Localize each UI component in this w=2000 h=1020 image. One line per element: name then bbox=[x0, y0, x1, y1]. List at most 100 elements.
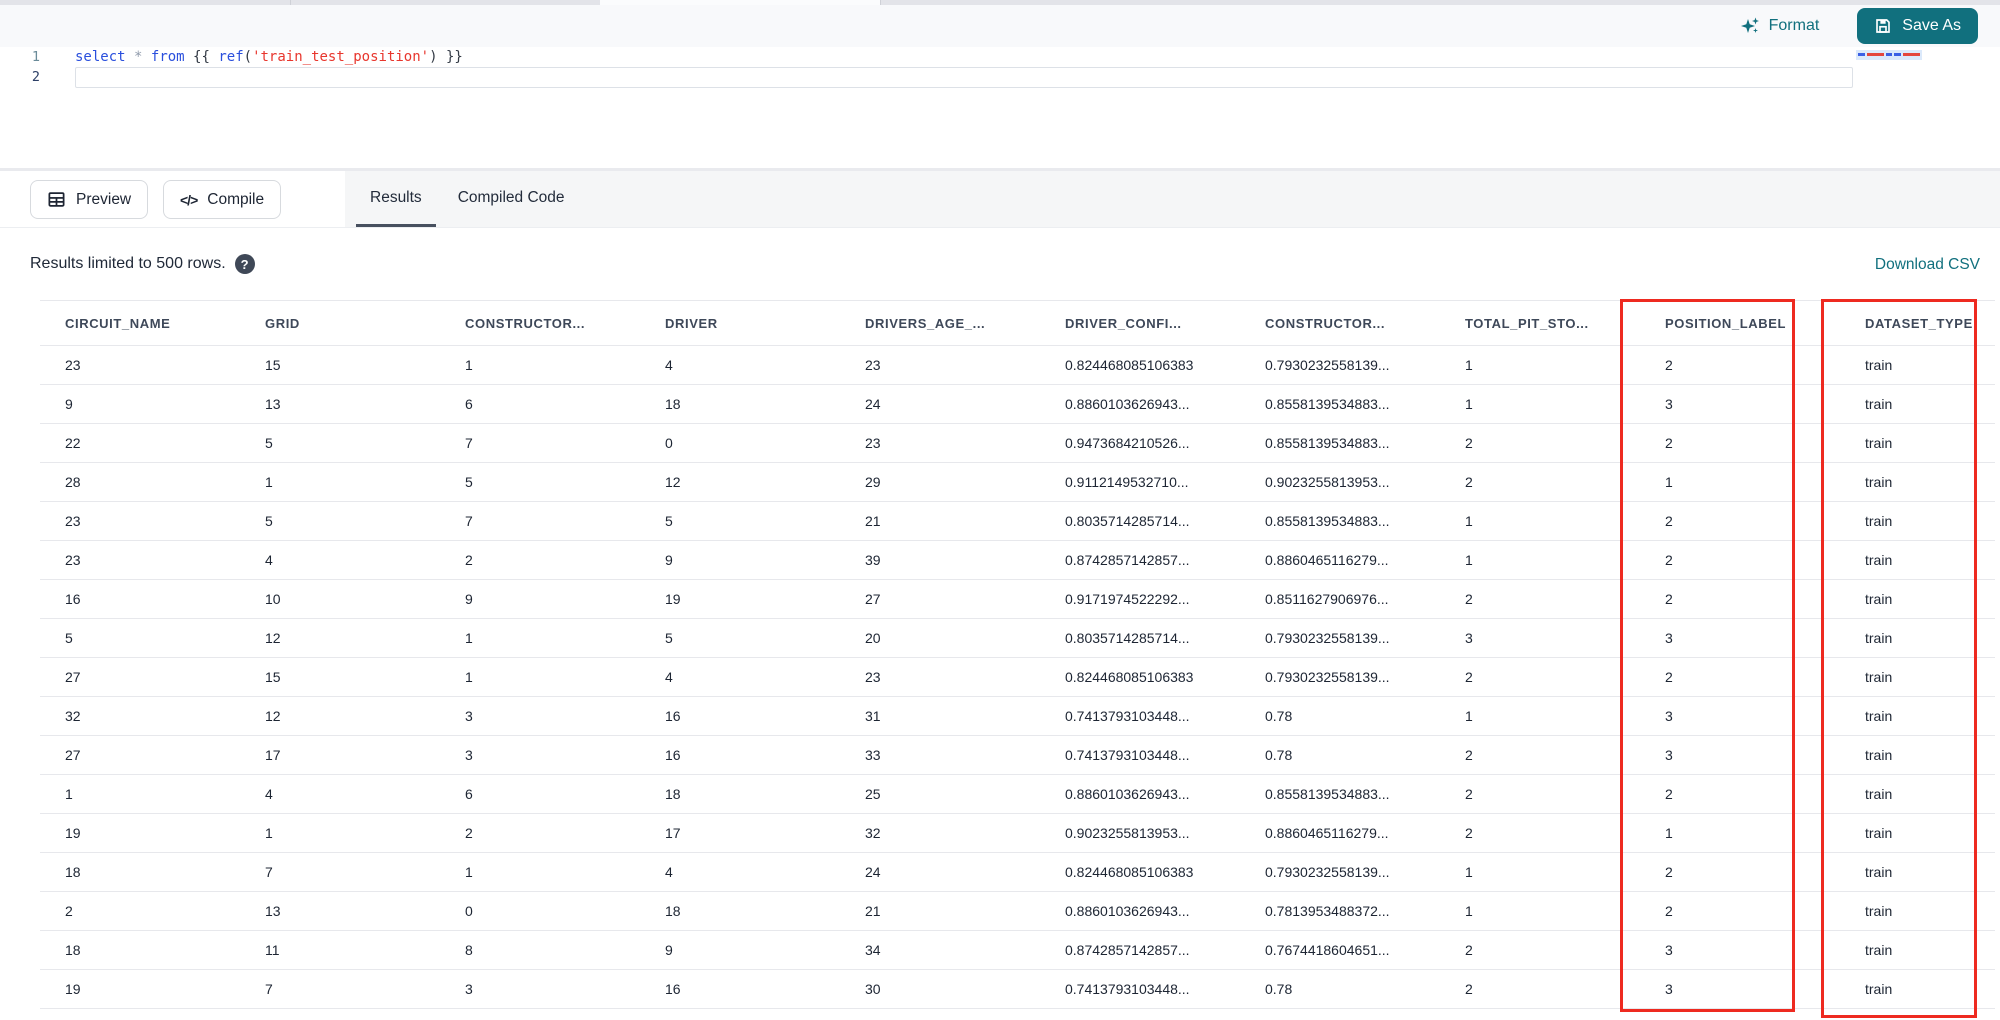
header-cell: DRIVER_CONFI... bbox=[1065, 315, 1182, 331]
table-cell: 3 bbox=[465, 981, 473, 997]
table-cell: 34 bbox=[865, 942, 881, 958]
code-line-1[interactable]: 1 select * from {{ ref('train_test_posit… bbox=[0, 47, 1860, 67]
table-cell: 23 bbox=[865, 669, 881, 685]
table-cell: 6 bbox=[465, 786, 473, 802]
table-cell: train bbox=[1865, 513, 1893, 529]
tab-results[interactable]: Results bbox=[356, 171, 436, 227]
sparkles-icon bbox=[1740, 16, 1760, 36]
table-cell: 20 bbox=[865, 630, 881, 646]
table-cell: 2 bbox=[1665, 903, 1673, 919]
table-cell: 1 bbox=[465, 864, 473, 880]
table-cell: 3 bbox=[465, 747, 473, 763]
table-cell: 2 bbox=[1465, 825, 1473, 841]
table-cell: 3 bbox=[1665, 396, 1673, 412]
table-cell: 4 bbox=[665, 357, 673, 373]
minimap-code-marks bbox=[1858, 53, 1920, 56]
table-cell: 1 bbox=[1465, 903, 1473, 919]
table-cell: 13 bbox=[265, 396, 281, 412]
table-row: 16 10 9 19 27 0.9171974522292... 0.85116279069… bbox=[40, 580, 1995, 619]
header-cell: CIRCUIT_NAME bbox=[65, 315, 171, 331]
preview-button[interactable]: Preview bbox=[30, 180, 149, 219]
table-cell: 8 bbox=[465, 942, 473, 958]
table-row: 23 15 1 4 23 0.824468085106383 0.7930232558139… bbox=[40, 346, 1995, 385]
table-cell: 4 bbox=[665, 669, 673, 685]
table-cell: 9 bbox=[465, 591, 473, 607]
compile-button[interactable]: Compile bbox=[163, 180, 282, 219]
format-button[interactable]: Format bbox=[1734, 15, 1826, 37]
table-cell: 39 bbox=[865, 552, 881, 568]
tab-compiled-code[interactable]: Compiled Code bbox=[444, 171, 579, 227]
compile-label: Compile bbox=[207, 190, 265, 208]
table-cell: 1 bbox=[1465, 708, 1473, 724]
table-cell: 18 bbox=[65, 942, 81, 958]
table-cell: 0.8742857142857... bbox=[1065, 942, 1190, 958]
table-cell: 0.78 bbox=[1265, 981, 1293, 997]
table-cell: 3 bbox=[1665, 630, 1673, 646]
table-cell: 17 bbox=[665, 825, 681, 841]
results-info-bar: Results limited to 500 rows. Download CS… bbox=[0, 228, 2000, 300]
code-line-2[interactable]: 2 bbox=[0, 67, 1860, 87]
table-cell: 18 bbox=[665, 786, 681, 802]
table-cell: 2 bbox=[1465, 474, 1473, 490]
table-cell: 27 bbox=[65, 747, 81, 763]
table-cell: 2 bbox=[1665, 591, 1673, 607]
table-cell: 9 bbox=[65, 396, 73, 412]
results-notice: Results limited to 500 rows. bbox=[30, 254, 255, 274]
table-cell: train bbox=[1865, 981, 1893, 997]
download-csv-link[interactable]: Download CSV bbox=[1875, 256, 1980, 274]
table-row: 19 1 2 17 32 0.9023255813953... 0.886046511627… bbox=[40, 814, 1995, 853]
save-as-button[interactable]: Save As bbox=[1857, 8, 1978, 44]
table-row: 27 17 3 16 33 0.7413793103448... 0.78 2 3 train bbox=[40, 736, 1995, 775]
table-cell: 13 bbox=[265, 903, 281, 919]
table-cell: 3 bbox=[1665, 942, 1673, 958]
table-cell: 0.824468085106383 bbox=[1065, 669, 1194, 685]
table-cell: 9 bbox=[665, 942, 673, 958]
line-number: 1 bbox=[31, 49, 40, 65]
header-cell: DRIVERS_AGE_... bbox=[865, 315, 986, 331]
table-row: 18 7 1 4 24 0.824468085106383 0.7930232558139.… bbox=[40, 853, 1995, 892]
table-cell: 5 bbox=[665, 513, 673, 529]
table-cell: 7 bbox=[265, 981, 273, 997]
table-cell: 21 bbox=[865, 513, 881, 529]
table-cell: 23 bbox=[65, 552, 81, 568]
results-action-bar: Results Compiled Code Preview Compile bbox=[0, 171, 2000, 228]
table-cell: 2 bbox=[65, 903, 73, 919]
table-cell: 0.824468085106383 bbox=[1065, 864, 1194, 880]
editor-toolbar: Format Save As bbox=[0, 5, 2000, 47]
table-cell: 0.9023255813953... bbox=[1265, 474, 1390, 490]
table-cell: 2 bbox=[1665, 435, 1673, 451]
table-cell: 16 bbox=[665, 747, 681, 763]
table-cell: 0.8558139534883... bbox=[1265, 396, 1390, 412]
code-icon bbox=[180, 192, 197, 208]
table-cell: 0.7413793103448... bbox=[1065, 981, 1190, 997]
table-cell: 24 bbox=[865, 864, 881, 880]
table-cell: train bbox=[1865, 825, 1893, 841]
table-cell: 33 bbox=[865, 747, 881, 763]
code-editor[interactable]: 1 select * from {{ ref('train_test_posit… bbox=[0, 47, 2000, 168]
table-cell: 0.7930232558139... bbox=[1265, 357, 1390, 373]
table-cell: 2 bbox=[1665, 552, 1673, 568]
table-cell: 0.7930232558139... bbox=[1265, 630, 1390, 646]
question-circle-icon[interactable] bbox=[234, 254, 255, 274]
table-cell: 29 bbox=[865, 474, 881, 490]
save-as-label: Save As bbox=[1902, 17, 1961, 34]
table-cell: 7 bbox=[265, 864, 273, 880]
table-cell: 7 bbox=[465, 513, 473, 529]
table-cell: 6 bbox=[465, 396, 473, 412]
table-body: 23 15 1 4 23 0.824468085106383 0.7930232558139… bbox=[40, 346, 1995, 1009]
table-cell: 10 bbox=[265, 591, 281, 607]
save-icon bbox=[1874, 17, 1892, 35]
table-cell: 18 bbox=[665, 396, 681, 412]
table-cell: 17 bbox=[265, 747, 281, 763]
minimap[interactable] bbox=[1856, 47, 1922, 165]
table-cell: 1 bbox=[65, 786, 73, 802]
table-cell: 0.7930232558139... bbox=[1265, 864, 1390, 880]
table-cell: 1 bbox=[1465, 513, 1473, 529]
table-row: 23 4 2 9 39 0.8742857142857... 0.8860465116279… bbox=[40, 541, 1995, 580]
table-cell: 0.8558139534883... bbox=[1265, 435, 1390, 451]
results-tabs: Results Compiled Code bbox=[345, 171, 2000, 227]
table-cell: 16 bbox=[665, 708, 681, 724]
table-cell: 19 bbox=[65, 825, 81, 841]
table-cell: train bbox=[1865, 474, 1893, 490]
table-cell: 1 bbox=[1665, 825, 1673, 841]
